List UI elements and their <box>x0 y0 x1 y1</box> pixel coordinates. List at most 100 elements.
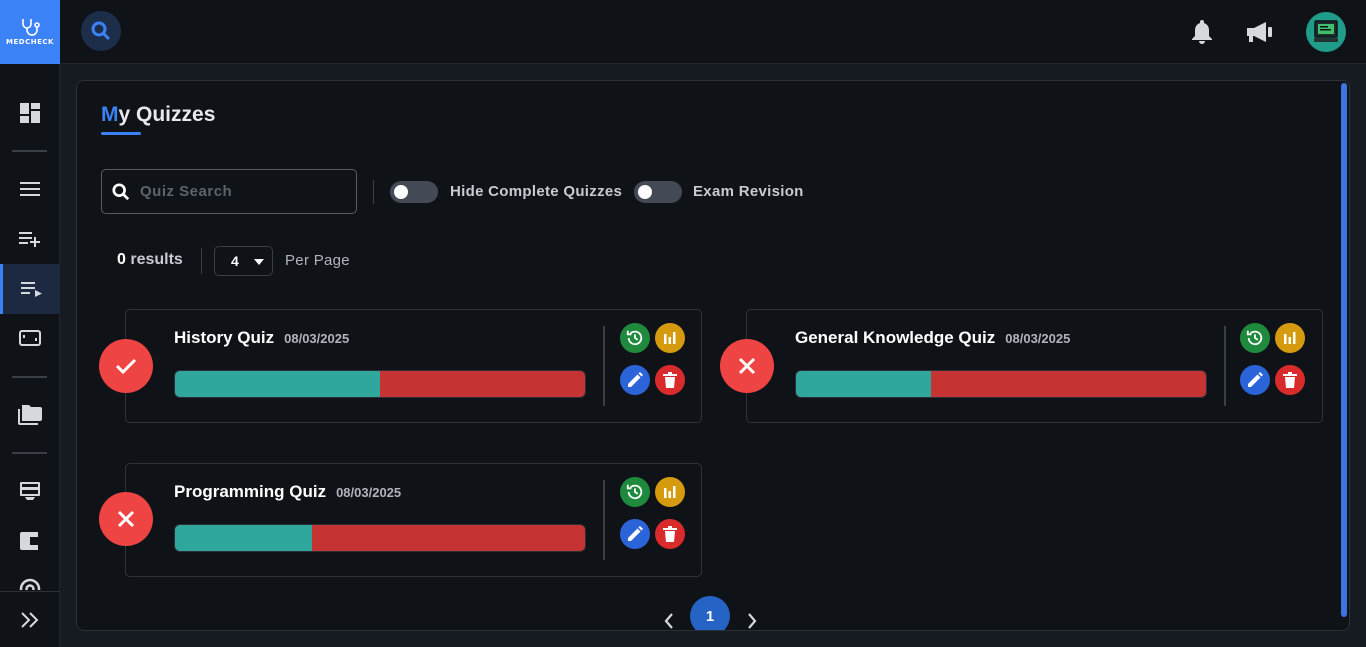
support-icon <box>19 578 41 590</box>
quiz-card[interactable]: General Knowledge Quiz 08/03/2025 <box>746 309 1323 423</box>
search-icon <box>91 21 111 41</box>
sidebar-item-billing[interactable] <box>0 466 60 516</box>
retake-quiz-button[interactable] <box>620 323 650 353</box>
edit-quiz-button[interactable] <box>1240 365 1270 395</box>
quiz-status-failed <box>720 339 774 393</box>
bar-chart-icon <box>1284 332 1296 344</box>
playlist-play-icon <box>20 282 42 297</box>
close-icon <box>117 510 135 528</box>
quiz-progress-bar <box>795 370 1207 398</box>
sidebar-item-dashboard[interactable] <box>0 88 60 138</box>
dashboard-icon <box>20 103 40 123</box>
page-title-accent: M <box>101 103 119 126</box>
bar-chart-icon <box>664 486 676 498</box>
pencil-icon <box>628 526 643 541</box>
close-icon <box>738 357 756 375</box>
tv-icon <box>19 330 41 346</box>
sidebar-expand-button[interactable] <box>0 591 60 647</box>
edit-quiz-button[interactable] <box>620 365 650 395</box>
history-icon <box>626 484 643 500</box>
avatar[interactable] <box>1306 12 1346 52</box>
playlist-add-icon <box>19 232 40 247</box>
separator <box>373 180 374 204</box>
sidebar-divider <box>12 150 47 152</box>
check-icon <box>115 358 137 375</box>
delete-quiz-button[interactable] <box>1275 365 1305 395</box>
logo[interactable]: MEDCHECK <box>0 0 60 64</box>
logo-text: MEDCHECK <box>6 38 54 46</box>
history-icon <box>1246 330 1263 346</box>
quiz-progress-bar <box>174 370 586 398</box>
quiz-search-input[interactable] <box>140 183 340 200</box>
avatar-computer-icon <box>1314 20 1338 42</box>
quiz-date: 08/03/2025 <box>284 331 350 346</box>
announcements-button[interactable] <box>1246 18 1274 46</box>
menu-icon <box>20 182 40 196</box>
history-icon <box>626 330 643 346</box>
trash-icon <box>1283 372 1297 388</box>
my-quizzes-panel: My Quizzes Hide Complete Quizzes Exam Re… <box>76 80 1350 631</box>
page-button-current[interactable]: 1 <box>690 596 730 630</box>
trash-icon <box>663 526 677 542</box>
card-separator <box>603 480 605 560</box>
quiz-status-failed <box>99 492 153 546</box>
quiz-stats-button[interactable] <box>655 323 685 353</box>
sidebar-item-list[interactable] <box>0 164 60 214</box>
quiz-progress-correct <box>796 371 932 397</box>
per-page-select[interactable]: 4 <box>214 246 273 276</box>
retake-quiz-button[interactable] <box>620 477 650 507</box>
quiz-title-row: Programming Quiz 08/03/2025 <box>174 482 401 502</box>
sidebar-item-my-quizzes[interactable] <box>0 264 60 314</box>
edit-quiz-button[interactable] <box>620 519 650 549</box>
sidebar-item-wallet[interactable] <box>0 516 60 566</box>
chevron-down-icon <box>254 259 264 265</box>
quiz-title-row: History Quiz 08/03/2025 <box>174 328 349 348</box>
chevron-left-icon <box>664 613 673 629</box>
delete-quiz-button[interactable] <box>655 519 685 549</box>
quiz-stats-button[interactable] <box>1275 323 1305 353</box>
results-count: 0 results <box>117 251 183 269</box>
quiz-card[interactable]: Programming Quiz 08/03/2025 <box>125 463 702 577</box>
sidebar-item-create-quiz[interactable] <box>0 214 60 264</box>
quiz-progress-correct <box>175 525 313 551</box>
megaphone-icon <box>1247 22 1272 42</box>
quiz-progress-correct <box>175 371 380 397</box>
notifications-button[interactable] <box>1188 18 1216 46</box>
quiz-stats-button[interactable] <box>655 477 685 507</box>
exam-revision-toggle[interactable] <box>634 181 682 203</box>
bar-chart-icon <box>664 332 676 344</box>
quiz-title-row: General Knowledge Quiz 08/03/2025 <box>795 328 1070 348</box>
page-title-rest: y Quizzes <box>118 103 216 126</box>
sidebar: MEDCHECK <box>0 0 60 647</box>
quiz-card[interactable]: History Quiz 08/03/2025 <box>125 309 702 423</box>
quiz-title: Programming Quiz <box>174 482 327 501</box>
card-separator <box>603 326 605 406</box>
separator <box>201 248 202 274</box>
hide-complete-label: Hide Complete Quizzes <box>450 183 623 200</box>
pencil-icon <box>628 372 643 387</box>
sidebar-item-support[interactable] <box>0 566 60 590</box>
wallet-icon <box>20 532 38 550</box>
next-page-button[interactable] <box>742 610 762 630</box>
pencil-icon <box>1248 372 1263 387</box>
exam-revision-label: Exam Revision <box>693 183 804 200</box>
sidebar-item-folders[interactable] <box>0 390 60 440</box>
quiz-search-box[interactable] <box>101 169 357 214</box>
double-chevron-right-icon <box>21 611 39 628</box>
trash-icon <box>663 372 677 388</box>
quiz-date: 08/03/2025 <box>336 485 402 500</box>
scrollbar[interactable] <box>1341 83 1347 617</box>
quiz-status-passed <box>99 339 153 393</box>
previous-page-button[interactable] <box>659 610 679 630</box>
hide-complete-toggle[interactable] <box>390 181 438 203</box>
chevron-right-icon <box>748 613 757 629</box>
toggle-knob <box>638 185 652 199</box>
sidebar-divider <box>12 452 47 454</box>
stethoscope-icon <box>22 19 40 36</box>
results-number: 0 <box>117 251 126 268</box>
sidebar-item-tv[interactable] <box>0 314 60 364</box>
retake-quiz-button[interactable] <box>1240 323 1270 353</box>
delete-quiz-button[interactable] <box>655 365 685 395</box>
toggle-knob <box>394 185 408 199</box>
global-search-button[interactable] <box>81 11 121 51</box>
